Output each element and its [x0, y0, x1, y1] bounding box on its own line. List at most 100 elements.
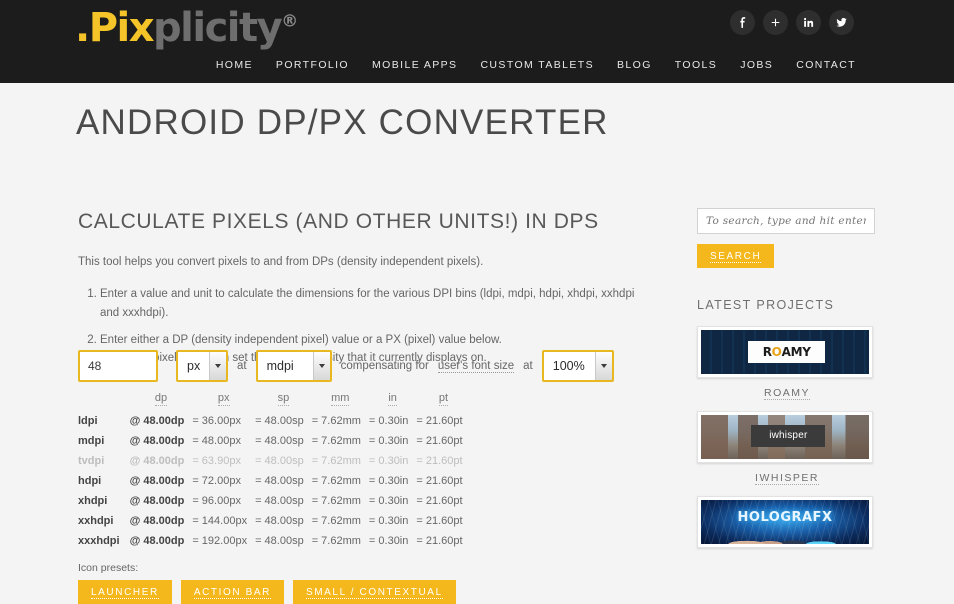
- cell-mm: = 7.62mm: [311, 535, 361, 547]
- cell-pt: = 21.60pt: [416, 415, 463, 427]
- project-thumbnail[interactable]: HOLOGRAFX: [697, 496, 873, 548]
- step-2-text: Enter either a DP (density independent p…: [100, 334, 502, 347]
- cell-in: = 0.30in: [368, 495, 409, 507]
- font-scale-select[interactable]: 100%: [541, 350, 614, 382]
- intro-text: This tool helps you convert pixels to an…: [78, 256, 484, 268]
- linkedin-icon[interactable]: [796, 10, 821, 35]
- cell-px: = 63.90px: [192, 455, 241, 467]
- cell-pt: = 21.60pt: [416, 475, 463, 487]
- table-row: xxxhdpi @ 48.00dp = 192.00px = 48.00sp = 7.6…: [78, 531, 471, 551]
- logo-plicity: plicity: [153, 5, 283, 51]
- icon-presets-label: Icon presets:: [78, 562, 139, 574]
- nav-item-jobs[interactable]: JOBS: [740, 59, 773, 71]
- row-density-bin: xxxhdpi: [78, 535, 120, 547]
- cell-px: = 72.00px: [192, 475, 241, 487]
- row-density-bin: xxhdpi: [78, 515, 114, 527]
- project-label-iwhisper[interactable]: IWHISPER: [697, 472, 877, 485]
- nav-item-mobile-apps[interactable]: MOBILE APPS: [372, 59, 457, 71]
- cell-mm: = 7.62mm: [311, 455, 361, 467]
- cell-mm: = 7.62mm: [311, 495, 361, 507]
- cell-in: = 0.30in: [368, 535, 409, 547]
- project-item-iwhisper[interactable]: iwhisper IWHISPER: [697, 411, 877, 485]
- preset-launcher-button[interactable]: LAUNCHER: [78, 580, 172, 604]
- section-title: CALCULATE PIXELS (AND OTHER UNITS!) IN D…: [78, 210, 599, 233]
- nav-item-portfolio[interactable]: PORTFOLIO: [276, 59, 349, 71]
- table-row: xhdpi @ 48.00dp = 96.00px = 48.00sp = 7.62mm…: [78, 491, 471, 511]
- twitter-icon[interactable]: [829, 10, 854, 35]
- iwhisper-artwork: iwhisper: [701, 415, 869, 459]
- compensating-suffix: at: [523, 360, 533, 372]
- chevron-down-icon[interactable]: [209, 352, 226, 380]
- cell-px: = 36.00px: [192, 415, 241, 427]
- nav-item-home[interactable]: HOME: [216, 59, 253, 71]
- cell-sp: = 48.00sp: [255, 475, 304, 487]
- table-row: mdpi @ 48.00dp = 48.00px = 48.00sp = 7.62mm =…: [78, 431, 471, 451]
- project-label-roamy[interactable]: ROAMY: [697, 387, 877, 400]
- logo-pix: Pix: [88, 5, 155, 51]
- cell-in: = 0.30in: [368, 435, 409, 447]
- cell-mm: = 7.62mm: [311, 515, 361, 527]
- project-thumbnail[interactable]: iwhisper: [697, 411, 873, 463]
- value-input[interactable]: [78, 350, 158, 382]
- search-button[interactable]: SEARCH: [697, 244, 775, 268]
- facebook-icon[interactable]: [730, 10, 755, 35]
- cell-sp: = 48.00sp: [255, 515, 304, 527]
- nav-item-blog[interactable]: BLOG: [617, 59, 652, 71]
- col-header-in: in: [388, 392, 397, 406]
- chevron-down-icon[interactable]: [312, 352, 330, 380]
- col-header-mm: mm: [331, 392, 350, 406]
- latest-projects-title: LATEST PROJECTS: [697, 298, 835, 312]
- cell-sp: = 48.00sp: [255, 455, 304, 467]
- table-row: xxhdpi @ 48.00dp = 144.00px = 48.00sp = 7.62…: [78, 511, 471, 531]
- cell-dp: @ 48.00dp: [129, 415, 185, 427]
- cell-mm: = 7.62mm: [311, 415, 361, 427]
- project-item-roamy[interactable]: R O AMY ROAMY: [697, 326, 877, 400]
- row-density-bin: xhdpi: [78, 495, 108, 507]
- holografx-artwork: HOLOGRAFX: [701, 500, 869, 544]
- row-density-bin: hdpi: [78, 475, 102, 487]
- cell-in: = 0.30in: [368, 455, 409, 467]
- cell-mm: = 7.62mm: [311, 475, 361, 487]
- cell-px: = 192.00px: [192, 535, 248, 547]
- row-density-bin: mdpi: [78, 435, 105, 447]
- cell-pt: = 21.60pt: [416, 515, 463, 527]
- at-label: at: [237, 360, 247, 372]
- googleplus-icon[interactable]: [763, 10, 788, 35]
- project-item-holografx[interactable]: HOLOGRAFX: [697, 496, 877, 548]
- unit-select[interactable]: px: [176, 350, 228, 382]
- cell-dp: @ 48.00dp: [129, 535, 185, 547]
- converter-form: px at mdpi compensating for user's font …: [78, 350, 614, 382]
- cell-sp: = 48.00sp: [255, 415, 304, 427]
- cell-dp: @ 48.00dp: [129, 515, 185, 527]
- icon-presets-buttons: LAUNCHER ACTION BAR SMALL / CONTEXTUAL: [78, 580, 456, 604]
- results-body: ldpi @ 48.00dp = 36.00px = 48.00sp = 7.62mm =…: [78, 411, 471, 551]
- col-header-px: px: [217, 392, 230, 406]
- logo-dot: .: [75, 5, 90, 51]
- logo-registered-mark: ®: [281, 11, 299, 32]
- project-thumbnail[interactable]: R O AMY: [697, 326, 873, 378]
- compensating-prefix: compensating for: [340, 360, 429, 372]
- cell-sp: = 48.00sp: [255, 535, 304, 547]
- col-header-pt: pt: [438, 392, 449, 406]
- unit-select-value: px: [187, 359, 201, 373]
- density-select-value: mdpi: [266, 359, 294, 373]
- cell-mm: = 7.62mm: [311, 435, 361, 447]
- preset-action-bar-button[interactable]: ACTION BAR: [180, 580, 284, 604]
- conversion-results-table: dp px sp mm in pt ldpi @ 48.00dp = 36.00px…: [78, 392, 471, 551]
- iwhisper-logo: iwhisper: [751, 424, 826, 447]
- preset-small-contextual-button[interactable]: SMALL / CONTEXTUAL: [292, 580, 456, 604]
- col-header-sp: sp: [277, 392, 290, 406]
- density-select[interactable]: mdpi: [255, 350, 332, 382]
- user-font-size-link[interactable]: user's font size: [437, 360, 515, 373]
- chevron-down-icon[interactable]: [594, 352, 612, 380]
- nav-item-contact[interactable]: CONTACT: [796, 59, 856, 71]
- cell-dp: @ 48.00dp: [129, 495, 185, 507]
- cell-sp: = 48.00sp: [255, 495, 304, 507]
- search-input[interactable]: [697, 208, 875, 234]
- nav-item-custom-tablets[interactable]: CUSTOM TABLETS: [480, 59, 594, 71]
- row-density-bin: tvdpi: [78, 455, 105, 467]
- nav-item-tools[interactable]: TOOLS: [675, 59, 717, 71]
- step-1-text: Enter a value and unit to calculate the …: [100, 288, 635, 319]
- site-logo[interactable]: .Pixplicity®: [75, 8, 298, 48]
- cell-px: = 48.00px: [192, 435, 241, 447]
